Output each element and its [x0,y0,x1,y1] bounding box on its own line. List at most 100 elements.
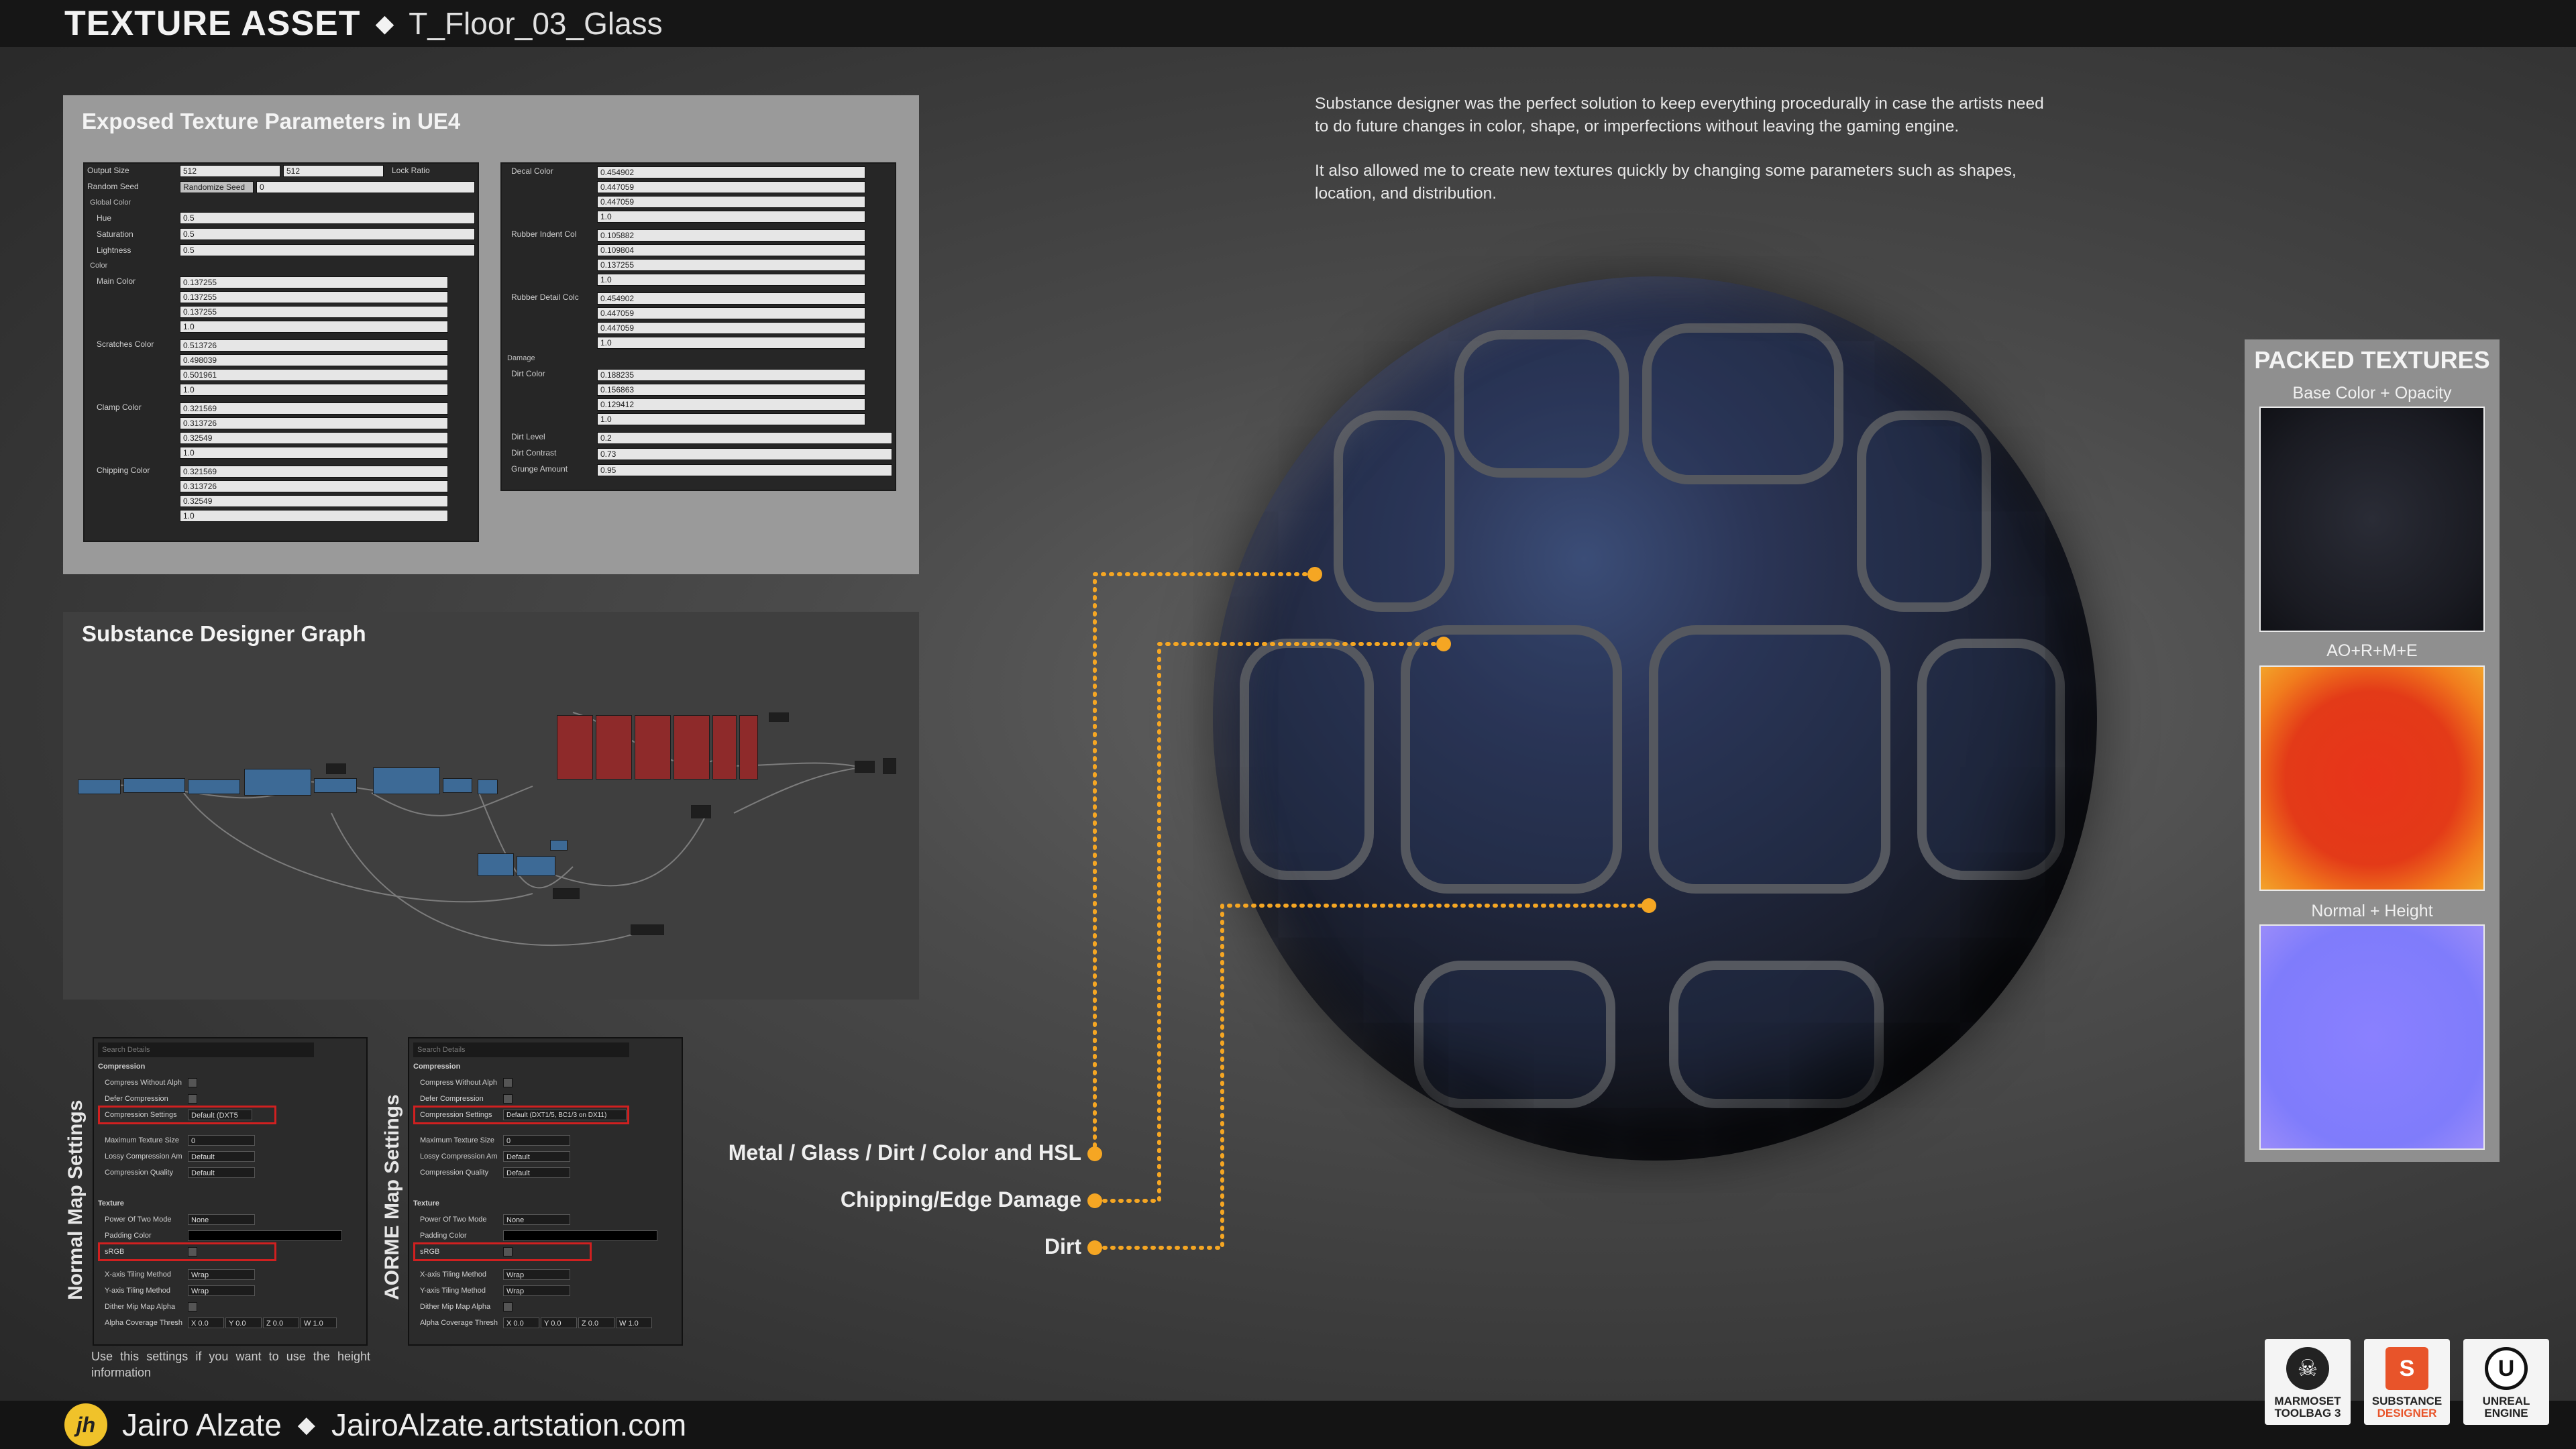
main-color-a[interactable]: 1.0 [180,321,448,333]
scratches-color-b[interactable]: 0.501961 [180,369,448,381]
alpha-coverage-x[interactable]: X 0.0 [188,1318,224,1328]
graph-node[interactable] [712,715,737,780]
main-color-r[interactable]: 0.137255 [180,276,448,288]
graph-node[interactable] [855,761,875,773]
global-color-section[interactable]: Global Color [90,199,131,207]
clamp-color-b[interactable]: 0.32549 [180,432,448,444]
power-of-two-select[interactable]: None [503,1214,570,1225]
rubber-indent-b[interactable]: 0.137255 [597,259,865,271]
lossy-compression-select[interactable]: Default [503,1151,570,1162]
damage-section[interactable]: Damage [507,354,535,362]
alpha-coverage-z[interactable]: Z 0.0 [263,1318,299,1328]
rubber-detail-g[interactable]: 0.447059 [597,307,865,319]
graph-node[interactable] [188,780,240,794]
decal-color-g[interactable]: 0.447059 [597,181,865,193]
chipping-color-a[interactable]: 1.0 [180,510,448,522]
graph-node[interactable] [883,758,896,774]
dirt-color-g[interactable]: 0.156863 [597,384,865,396]
texture-section[interactable]: Texture [98,1197,124,1210]
alpha-coverage-x[interactable]: X 0.0 [503,1318,539,1328]
details-search-input[interactable]: Search Details [98,1042,314,1057]
saturation-field[interactable]: 0.5 [180,228,475,240]
y-tiling-select[interactable]: Wrap [188,1285,255,1296]
lock-ratio-checkbox[interactable]: Lock Ratio [392,166,430,175]
dither-mip-checkbox[interactable] [188,1302,197,1311]
graph-node[interactable] [326,763,346,774]
color-section[interactable]: Color [90,262,107,270]
details-search-input[interactable]: Search Details [413,1042,629,1057]
artstation-link[interactable]: JairoAlzate.artstation.com [331,1407,686,1443]
graph-node[interactable] [78,780,121,794]
lossy-compression-select[interactable]: Default [188,1151,255,1162]
compress-without-alpha-checkbox[interactable] [503,1078,513,1087]
graph-node[interactable] [769,712,789,722]
dirt-level-field[interactable]: 0.2 [597,432,892,444]
dirt-color-r[interactable]: 0.188235 [597,369,865,381]
decal-color-r[interactable]: 0.454902 [597,166,865,178]
dirt-contrast-field[interactable]: 0.73 [597,448,892,460]
alpha-coverage-y[interactable]: Y 0.0 [225,1318,262,1328]
lightness-field[interactable]: 0.5 [180,244,475,256]
chipping-color-b[interactable]: 0.32549 [180,495,448,507]
clamp-color-r[interactable]: 0.321569 [180,402,448,415]
graph-node[interactable] [478,780,498,794]
y-tiling-select[interactable]: Wrap [503,1285,570,1296]
normal-height-texture[interactable] [2259,924,2485,1150]
compression-section[interactable]: Compression [413,1060,460,1073]
defer-compression-checkbox[interactable] [188,1094,197,1104]
main-color-g[interactable]: 0.137255 [180,291,448,303]
compression-quality-select[interactable]: Default [503,1167,570,1178]
output-size-b-select[interactable]: 512 [283,165,384,177]
graph-node[interactable] [478,853,514,876]
graph-node[interactable] [596,715,632,780]
scratches-color-r[interactable]: 0.513726 [180,339,448,352]
dither-mip-checkbox[interactable] [503,1302,513,1311]
graph-node[interactable] [123,778,185,793]
chipping-color-g[interactable]: 0.313726 [180,480,448,492]
max-texture-size-field[interactable]: 0 [188,1135,255,1146]
clamp-color-a[interactable]: 1.0 [180,447,448,459]
defer-compression-checkbox[interactable] [503,1094,513,1104]
alpha-coverage-z[interactable]: Z 0.0 [578,1318,614,1328]
decal-color-a[interactable]: 1.0 [597,211,865,223]
output-size-a-select[interactable]: 512 [180,165,280,177]
base-color-opacity-texture[interactable] [2259,407,2485,632]
graph-node[interactable] [691,805,711,818]
graph-node[interactable] [517,856,555,876]
graph-node[interactable] [557,715,593,780]
alpha-coverage-y[interactable]: Y 0.0 [541,1318,577,1328]
max-texture-size-field[interactable]: 0 [503,1135,570,1146]
texture-section[interactable]: Texture [413,1197,439,1210]
x-tiling-select[interactable]: Wrap [188,1269,255,1280]
grunge-amount-field[interactable]: 0.95 [597,464,892,476]
alpha-coverage-w[interactable]: W 1.0 [301,1318,337,1328]
graph-node[interactable] [550,840,568,851]
graph-node[interactable] [674,715,710,780]
dirt-color-a[interactable]: 1.0 [597,413,865,425]
scratches-color-a[interactable]: 1.0 [180,384,448,396]
compression-section[interactable]: Compression [98,1060,145,1073]
rubber-indent-a[interactable]: 1.0 [597,274,865,286]
rubber-detail-a[interactable]: 1.0 [597,337,865,349]
graph-node[interactable] [314,778,357,793]
compress-without-alpha-checkbox[interactable] [188,1078,197,1087]
rubber-indent-r[interactable]: 0.105882 [597,229,865,241]
dirt-color-b[interactable]: 0.129412 [597,398,865,411]
scratches-color-g[interactable]: 0.498039 [180,354,448,366]
padding-color-swatch[interactable] [188,1230,342,1241]
alpha-coverage-w[interactable]: W 1.0 [616,1318,652,1328]
clamp-color-g[interactable]: 0.313726 [180,417,448,429]
main-color-b[interactable]: 0.137255 [180,306,448,318]
chipping-color-r[interactable]: 0.321569 [180,466,448,478]
graph-node[interactable] [635,715,671,780]
rubber-detail-r[interactable]: 0.454902 [597,292,865,305]
compression-quality-select[interactable]: Default [188,1167,255,1178]
graph-node[interactable] [739,715,758,780]
ao-r-m-e-texture[interactable] [2259,665,2485,891]
graph-node[interactable] [244,769,311,796]
graph-node[interactable] [443,778,472,793]
random-seed-field[interactable]: 0 [256,181,475,193]
rubber-indent-g[interactable]: 0.109804 [597,244,865,256]
hue-field[interactable]: 0.5 [180,212,475,224]
graph-node[interactable] [373,767,440,794]
